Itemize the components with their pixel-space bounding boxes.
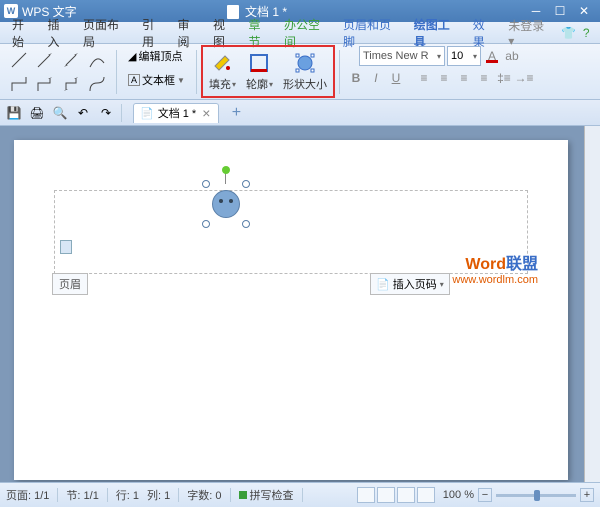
font-group: Times New R▾ 10▾ A ab B I U ≡ ≡ ≡ ≡ ‡≡ →… [344, 46, 536, 97]
edit-vertex-button[interactable]: ◢ 编辑顶点 [124, 46, 186, 66]
shape-style-group-highlight: 填充▾ 轮廓▾ 形状大小 [201, 45, 335, 98]
add-tab-button[interactable]: + [226, 103, 246, 123]
view-read-button[interactable] [417, 487, 435, 503]
connector-elbow-arrow-icon[interactable] [33, 73, 57, 95]
rotate-handle[interactable] [222, 166, 230, 174]
resize-handle-ne[interactable] [242, 180, 250, 188]
view-web-button[interactable] [397, 487, 415, 503]
selected-shape[interactable] [206, 184, 246, 224]
document-tab[interactable]: 📄 文档 1 * × [133, 103, 219, 123]
connector-double-arrow-icon[interactable] [59, 49, 83, 71]
connector-line-icon[interactable] [7, 49, 31, 71]
print-button[interactable]: 🖨 [27, 103, 47, 123]
status-page[interactable]: 页面: 1/1 [6, 487, 49, 503]
fill-icon [210, 51, 234, 75]
shapesize-button[interactable]: 形状大小 [279, 49, 331, 94]
statusbar: 页面: 1/1 节: 1/1 行: 1 列: 1 字数: 0 拼写检查 100 … [0, 482, 600, 507]
anchor-icon [60, 240, 72, 254]
outline-button[interactable]: 轮廓▾ [242, 49, 277, 94]
font-color-button[interactable]: A [483, 47, 501, 65]
edit-vertex-icon: ◢ [128, 50, 136, 63]
ribbon: ◢ 编辑顶点 A 文本框 ▼ 填充▾ 轮廓▾ 形状大小 Times New R▾… [0, 44, 600, 100]
zoom-value[interactable]: 100 % [443, 489, 474, 501]
status-col: 列: 1 [147, 487, 170, 503]
align-center-button[interactable]: ≡ [435, 69, 453, 87]
zoom-in-button[interactable]: + [580, 488, 594, 502]
doc-tab-icon: 📄 [140, 107, 154, 120]
chevron-down-icon: ▼ [177, 76, 185, 85]
connectors-group [4, 46, 112, 97]
smiley-shape-icon[interactable] [212, 190, 240, 218]
shapesize-label: 形状大小 [283, 76, 327, 92]
header-tag: 页眉 [52, 273, 88, 295]
zoom-control: 100 % − + [443, 488, 594, 502]
view-page-button[interactable] [357, 487, 375, 503]
status-section: 节: 1/1 [66, 487, 98, 503]
pagenum-icon: 📄 [376, 278, 390, 291]
textbox-icon: A [128, 74, 140, 86]
resize-handle-se[interactable] [242, 220, 250, 228]
redo-button[interactable]: ↷ [96, 103, 116, 123]
insert-pagenum-button[interactable]: 📄 插入页码 ▾ [370, 273, 450, 295]
edit-vertex-label: 编辑顶点 [138, 48, 182, 64]
bold-button[interactable]: B [347, 69, 365, 87]
outline-label: 轮廓 [246, 76, 268, 92]
underline-button[interactable]: U [387, 69, 405, 87]
save-button[interactable]: 💾 [4, 103, 24, 123]
resize-handle-nw[interactable] [202, 180, 210, 188]
status-words[interactable]: 字数: 0 [187, 487, 221, 503]
connector-arrow-icon[interactable] [33, 49, 57, 71]
shapesize-icon [293, 51, 317, 75]
help-icon[interactable]: ? [578, 25, 594, 41]
close-button[interactable]: ✕ [572, 2, 596, 20]
italic-button[interactable]: I [367, 69, 385, 87]
undo-button[interactable]: ↶ [73, 103, 93, 123]
header-zone[interactable] [54, 190, 528, 274]
skin-icon[interactable]: 👕 [561, 25, 577, 41]
font-size-select[interactable]: 10▾ [447, 46, 481, 66]
doc-tab-label: 文档 1 * [158, 105, 197, 121]
font-name-select[interactable]: Times New R▾ [359, 46, 445, 66]
textbox-button[interactable]: A 文本框 ▼ [124, 70, 189, 90]
connector-elbow-double-icon[interactable] [59, 73, 83, 95]
vertical-scrollbar[interactable] [584, 126, 600, 482]
document-page[interactable]: 页眉 📄 插入页码 ▾ Word联盟 www.wordlm.com [14, 140, 568, 480]
print-preview-button[interactable]: 🔍 [50, 103, 70, 123]
close-tab-button[interactable]: × [200, 105, 212, 121]
spellcheck-button[interactable]: 拼写检查 [239, 487, 294, 503]
align-right-button[interactable]: ≡ [455, 69, 473, 87]
align-justify-button[interactable]: ≡ [475, 69, 493, 87]
view-mode-buttons [357, 487, 435, 503]
login-status[interactable]: 未登录 ▾ [502, 15, 558, 50]
connector-curve-icon[interactable] [85, 49, 109, 71]
connector-curved-elbow-icon[interactable] [85, 73, 109, 95]
quick-access-bar: 💾 🖨 🔍 ↶ ↷ 📄 文档 1 * × + [0, 100, 600, 126]
fill-button[interactable]: 填充▾ [205, 49, 240, 94]
zoom-out-button[interactable]: − [478, 488, 492, 502]
status-line: 行: 1 [116, 487, 139, 503]
indent-button[interactable]: →≡ [515, 69, 533, 87]
resize-handle-sw[interactable] [202, 220, 210, 228]
zoom-slider[interactable] [496, 494, 576, 497]
highlight-color-button[interactable]: ab [503, 47, 521, 65]
fill-label: 填充 [209, 76, 231, 92]
textbox-label: 文本框 [142, 72, 175, 88]
line-spacing-button[interactable]: ‡≡ [495, 69, 513, 87]
connector-elbow-icon[interactable] [7, 73, 31, 95]
menubar: 开始 插入 页面布局 引用 审阅 视图 章节 办公空间 页眉和页脚 绘图工具 效… [0, 22, 600, 44]
view-outline-button[interactable] [377, 487, 395, 503]
insert-pagenum-label: 插入页码 [393, 276, 437, 292]
document-canvas[interactable]: 页眉 📄 插入页码 ▾ Word联盟 www.wordlm.com [0, 126, 600, 482]
outline-icon [247, 51, 271, 75]
align-left-button[interactable]: ≡ [415, 69, 433, 87]
